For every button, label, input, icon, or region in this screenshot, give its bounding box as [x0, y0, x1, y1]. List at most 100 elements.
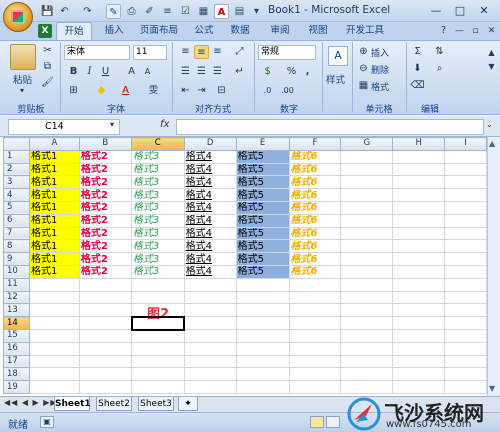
- cell-a15[interactable]: [28, 328, 80, 343]
- ribbon-scroll-down-icon[interactable]: ▼: [484, 60, 499, 74]
- cell-b13[interactable]: [78, 303, 132, 318]
- clear-icon[interactable]: ⌫: [410, 79, 425, 93]
- row-header[interactable]: 7: [3, 226, 30, 241]
- cell-table[interactable]: ABCDEFGHI 1 格式1 格式2 格式3 格式4 格式5 格式6 2 格式1 格式2 格式3 格…: [3, 137, 487, 394]
- row-header[interactable]: 6: [3, 213, 30, 228]
- paste-icon[interactable]: [10, 44, 36, 70]
- cell-g1[interactable]: [340, 149, 394, 164]
- cell-d17[interactable]: [183, 354, 237, 369]
- column-header-h[interactable]: H: [392, 137, 446, 151]
- decrease-indent-icon[interactable]: ⇤: [178, 84, 193, 98]
- format-cells-label[interactable]: 格式: [371, 80, 389, 93]
- ribbon-close-icon[interactable]: ✕: [484, 24, 499, 38]
- phonetic-icon[interactable]: 雯: [146, 84, 161, 98]
- cell-e16[interactable]: [235, 341, 290, 356]
- cell-i9[interactable]: [444, 252, 487, 266]
- sheet-nav-icon[interactable]: ◀◀ ◀ ▶ ▶▶: [4, 398, 58, 407]
- cell-a19[interactable]: [28, 380, 80, 394]
- cell-b14[interactable]: [78, 316, 132, 330]
- sheet-tab-sheet2[interactable]: Sheet2: [96, 397, 132, 411]
- cell-b12[interactable]: [78, 290, 132, 305]
- increase-indent-icon[interactable]: ⇥: [194, 84, 209, 98]
- cell-e11[interactable]: [235, 277, 290, 292]
- row-header[interactable]: 16: [3, 341, 30, 356]
- wrap-text-icon[interactable]: ↵: [232, 65, 247, 79]
- cell-a6[interactable]: 格式1: [28, 213, 80, 228]
- format-cells-icon[interactable]: ▦: [356, 79, 371, 93]
- cell-d8[interactable]: 格式4: [183, 239, 237, 254]
- image-icon[interactable]: ▦: [196, 4, 211, 19]
- cell-h13[interactable]: [392, 303, 446, 318]
- page-layout-view-icon[interactable]: [326, 416, 340, 428]
- align-middle-icon[interactable]: ≡: [194, 45, 209, 59]
- cell-c18[interactable]: [130, 367, 185, 382]
- cell-b17[interactable]: [78, 354, 132, 369]
- cell-h3[interactable]: [392, 175, 446, 190]
- copy-icon[interactable]: ⧉: [40, 60, 55, 74]
- tab-insert[interactable]: 插入: [99, 22, 129, 40]
- insert-cells-label[interactable]: 插入: [371, 46, 389, 59]
- cell-c10[interactable]: 格式3: [130, 264, 185, 279]
- formula-expand-icon[interactable]: ⌄: [486, 120, 493, 129]
- cell-f4[interactable]: 格式6: [288, 188, 342, 202]
- cell-h1[interactable]: [392, 149, 446, 164]
- column-header-a[interactable]: A: [28, 137, 80, 151]
- cell-b5[interactable]: 格式2: [78, 200, 132, 215]
- sort-filter-icon[interactable]: ⇅: [432, 45, 447, 59]
- cell-b2[interactable]: 格式2: [78, 162, 132, 177]
- cell-d1[interactable]: 格式4: [183, 149, 237, 164]
- cell-e4[interactable]: 格式5: [235, 188, 290, 202]
- italic-icon[interactable]: I: [82, 65, 97, 79]
- orientation-icon[interactable]: ⤢: [232, 45, 247, 59]
- scroll-up-icon[interactable]: ▲: [489, 139, 495, 148]
- cell-c5[interactable]: 格式3: [130, 200, 185, 215]
- align-left-icon[interactable]: ☰: [178, 65, 193, 79]
- cell-e1[interactable]: 格式5: [235, 149, 290, 164]
- cell-e10[interactable]: 格式5: [235, 264, 290, 279]
- cell-a1[interactable]: 格式1: [28, 149, 80, 164]
- paste-label[interactable]: 粘贴: [13, 72, 32, 86]
- cell-b19[interactable]: [78, 380, 132, 394]
- cell-d6[interactable]: 格式4: [183, 213, 237, 228]
- merge-center-icon[interactable]: ⊟: [214, 84, 229, 98]
- column-header-c[interactable]: C: [130, 137, 185, 151]
- cell-e13[interactable]: [235, 303, 290, 318]
- cell-i2[interactable]: [444, 162, 487, 177]
- cell-f3[interactable]: 格式6: [288, 175, 342, 190]
- maximize-button[interactable]: □: [452, 3, 468, 18]
- delete-cells-label[interactable]: 删除: [371, 63, 389, 76]
- cell-i14[interactable]: [444, 316, 487, 330]
- cell-d4[interactable]: 格式4: [183, 188, 237, 202]
- close-button[interactable]: ✕: [476, 3, 492, 18]
- autosum-icon[interactable]: Σ: [410, 45, 425, 59]
- cell-f12[interactable]: [288, 290, 342, 305]
- vertical-scrollbar[interactable]: [487, 137, 500, 396]
- column-header-f[interactable]: F: [288, 137, 342, 151]
- customize-qat-icon[interactable]: ▾: [249, 4, 264, 19]
- cell-h4[interactable]: [392, 188, 446, 202]
- cell-i5[interactable]: [444, 200, 487, 215]
- tab-developer[interactable]: 开发工具: [341, 22, 389, 40]
- tab-view[interactable]: 视图: [303, 22, 333, 40]
- cell-d9[interactable]: 格式4: [183, 252, 237, 266]
- cell-d7[interactable]: 格式4: [183, 226, 237, 241]
- increase-decimal-icon[interactable]: .0: [260, 84, 275, 98]
- border-icon[interactable]: ⊞: [66, 84, 81, 98]
- row-header[interactable]: 15: [3, 328, 30, 343]
- cell-f10[interactable]: 格式6: [288, 264, 342, 279]
- cell-a2[interactable]: 格式1: [28, 162, 80, 177]
- cell-c4[interactable]: 格式3: [130, 188, 185, 202]
- cell-c19[interactable]: [130, 380, 185, 394]
- cell-b16[interactable]: [78, 341, 132, 356]
- cell-b1[interactable]: 格式2: [78, 149, 132, 164]
- cell-f19[interactable]: [288, 380, 342, 394]
- cell-i12[interactable]: [444, 290, 487, 305]
- cell-f6[interactable]: 格式6: [288, 213, 342, 228]
- eraser-icon[interactable]: ✐: [142, 4, 157, 19]
- align-right-icon[interactable]: ☰: [210, 65, 225, 79]
- paste-dropdown-icon[interactable]: ▾: [20, 86, 24, 95]
- cell-h11[interactable]: [392, 277, 446, 292]
- help-icon[interactable]: ?: [436, 24, 451, 38]
- cell-h12[interactable]: [392, 290, 446, 305]
- font-size-select[interactable]: 11: [133, 45, 167, 60]
